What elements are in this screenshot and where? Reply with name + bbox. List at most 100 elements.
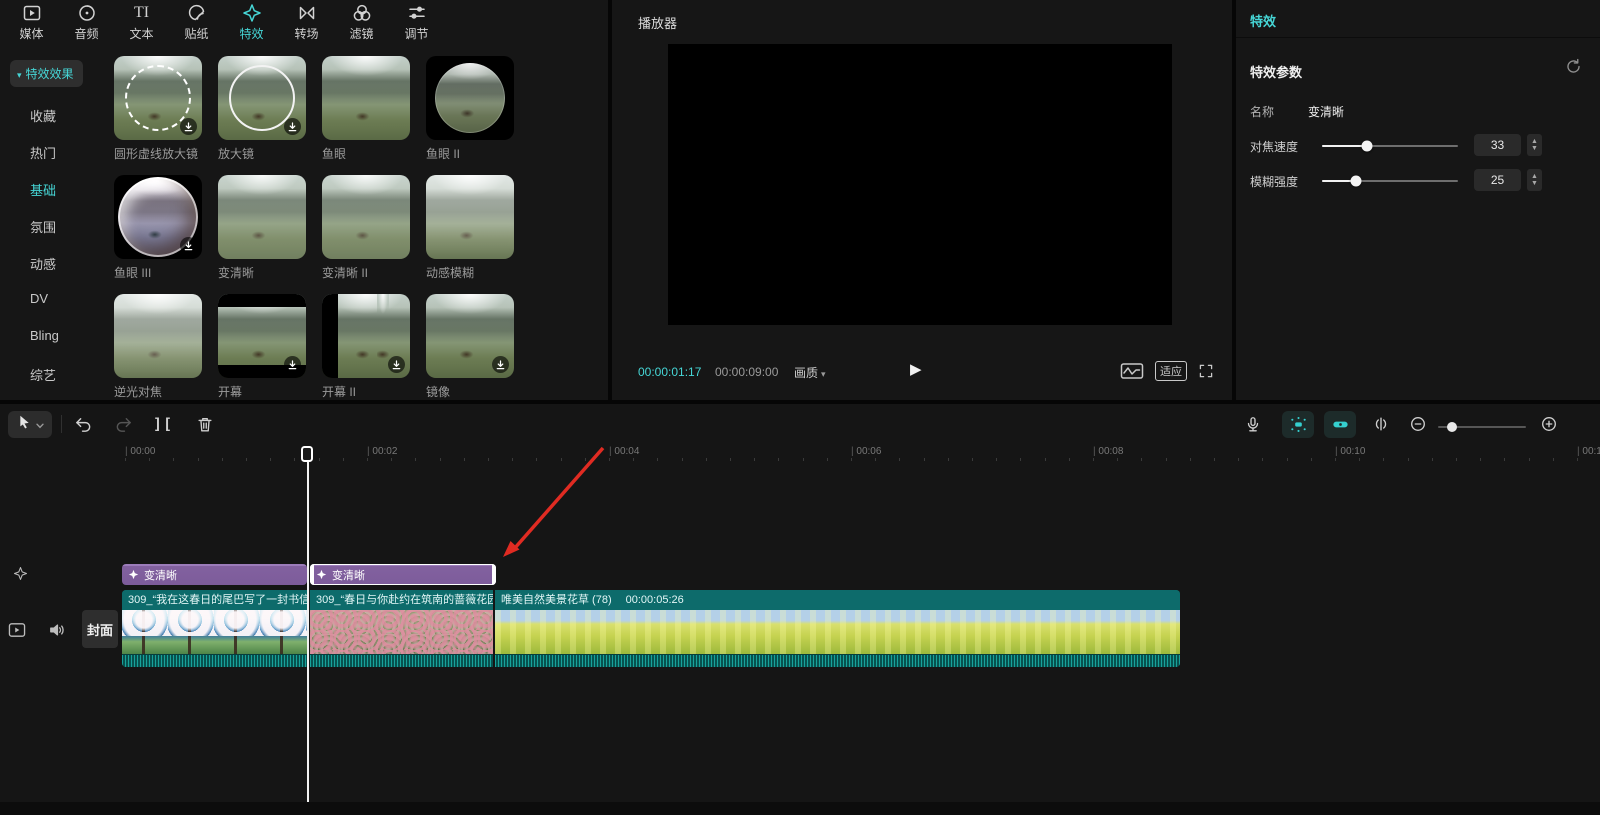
effect-clip[interactable]: 变清晰	[122, 564, 307, 585]
sidebar-item-variety[interactable]: 综艺	[30, 365, 56, 384]
effect-item[interactable]: 变清晰	[218, 175, 306, 281]
topbar-item-transition[interactable]: 转场	[279, 0, 334, 44]
effect-thumbnail[interactable]	[426, 175, 514, 259]
effect-clip-label: 变清晰	[332, 567, 365, 583]
param-value[interactable]: 33	[1474, 134, 1521, 156]
microphone-icon[interactable]	[1240, 412, 1266, 436]
download-icon[interactable]	[284, 356, 301, 373]
effect-thumbnail[interactable]	[426, 56, 514, 140]
play-button[interactable]: ▶	[910, 360, 922, 378]
download-icon[interactable]	[492, 356, 509, 373]
effect-item[interactable]: 镜像	[426, 294, 514, 400]
topbar-item-effects[interactable]: 特效	[224, 0, 279, 44]
top-toolbar: 媒体音频TI文本贴纸特效转场滤镜调节	[4, 0, 444, 44]
video-preview[interactable]	[668, 44, 1172, 325]
mute-waveform-icon[interactable]	[1120, 361, 1144, 381]
topbar-item-text[interactable]: TI文本	[114, 0, 169, 44]
effect-thumbnail[interactable]	[218, 294, 306, 378]
preview-axis-icon[interactable]	[1368, 412, 1394, 436]
sidebar-item-dv[interactable]: DV	[30, 291, 48, 306]
video-clip-segment[interactable]: 唯美自然美景花草 (78)00:00:05:26	[495, 590, 1180, 667]
fit-button[interactable]: 适应	[1155, 361, 1187, 381]
timeline-toolbar: ][	[0, 404, 1600, 444]
video-clip-segment[interactable]: 309_“春日与你赴约在筑南的蔷薇花园”	[310, 590, 493, 667]
ruler-tick	[1577, 458, 1578, 461]
ruler-tick	[778, 458, 779, 461]
sidebar-item-basic[interactable]: 基础	[30, 180, 56, 199]
effects-category-dropdown[interactable]: ▾特效效果	[10, 60, 83, 87]
effect-thumbnail[interactable]	[114, 294, 202, 378]
zoom-out-icon[interactable]	[1405, 412, 1431, 436]
zoom-in-icon[interactable]	[1536, 412, 1562, 436]
redo-icon[interactable]	[110, 412, 136, 436]
clip-filmstrip	[310, 610, 493, 654]
effect-thumbnail[interactable]	[322, 175, 410, 259]
undo-icon[interactable]	[70, 412, 96, 436]
effect-item[interactable]: 鱼眼 III	[114, 175, 202, 281]
quality-dropdown[interactable]: 画质▾	[794, 364, 826, 381]
select-tool-button[interactable]	[8, 411, 52, 438]
effect-thumbnail[interactable]	[322, 294, 410, 378]
effect-item[interactable]: 动感模糊	[426, 175, 514, 281]
effect-clip[interactable]: 变清晰	[310, 564, 496, 585]
ruler-tick	[972, 458, 973, 461]
effect-item[interactable]: 放大镜	[218, 56, 306, 162]
fullscreen-icon[interactable]	[1198, 363, 1214, 379]
track-visibility-icon[interactable]	[8, 622, 26, 638]
sidebar-item-bling[interactable]: Bling	[30, 328, 59, 343]
effect-item[interactable]: 圆形虚线放大镜	[114, 56, 202, 162]
download-icon[interactable]	[180, 118, 197, 135]
inspector-header: 特效	[1236, 0, 1600, 38]
snap-icon[interactable]	[1282, 411, 1314, 438]
split-icon[interactable]: ][	[150, 412, 176, 436]
topbar-item-filter[interactable]: 滤镜	[334, 0, 389, 44]
download-icon[interactable]	[180, 237, 197, 254]
download-icon[interactable]	[284, 118, 301, 135]
topbar-item-audio[interactable]: 音频	[59, 0, 114, 44]
sidebar-item-ambience[interactable]: 氛围	[30, 217, 56, 236]
sidebar-item-hot[interactable]: 热门	[30, 143, 56, 162]
effect-item[interactable]: 鱼眼 II	[426, 56, 514, 162]
download-icon[interactable]	[388, 356, 405, 373]
mute-track-icon[interactable]	[48, 622, 66, 638]
reset-icon[interactable]	[1565, 58, 1582, 80]
topbar-item-sticker[interactable]: 贴纸	[169, 0, 224, 44]
delete-icon[interactable]	[192, 412, 218, 436]
topbar-item-media[interactable]: 媒体	[4, 0, 59, 44]
linkage-icon[interactable]	[1324, 411, 1356, 438]
topbar-item-adjust[interactable]: 调节	[389, 0, 444, 44]
effect-thumbnail[interactable]	[426, 294, 514, 378]
tab-effects[interactable]: 特效	[1250, 11, 1276, 30]
sidebar-item-favorites[interactable]: 收藏	[30, 106, 56, 125]
effect-thumbnail[interactable]	[114, 56, 202, 140]
player-panel: 播放器 00:00:01:17 00:00:09:00 画质▾ ▶ 适应	[612, 0, 1232, 400]
effect-thumbnail[interactable]	[322, 56, 410, 140]
param-slider[interactable]	[1322, 180, 1458, 182]
ruler-tick	[585, 458, 586, 461]
effect-thumbnail[interactable]	[114, 175, 202, 259]
sidebar-item-dynamic[interactable]: 动感	[30, 254, 56, 273]
effect-item[interactable]: 逆光对焦	[114, 294, 202, 400]
video-clip-segment[interactable]: 309_“我在这春日的尾巴写了一封书信”	[122, 590, 307, 667]
stepper-buttons[interactable]: ▲▼	[1527, 169, 1542, 191]
effect-item[interactable]: 变清晰 II	[322, 175, 410, 281]
param-value[interactable]: 25	[1474, 169, 1521, 191]
effect-thumbnail[interactable]	[218, 175, 306, 259]
param-label: 对焦速度	[1250, 138, 1298, 155]
effect-item[interactable]: 开幕	[218, 294, 306, 400]
timeline-zoom-slider[interactable]	[1438, 426, 1526, 428]
transition-icon	[297, 3, 317, 23]
effect-thumbnail[interactable]	[218, 56, 306, 140]
cover-button[interactable]: 封面	[82, 610, 118, 648]
audio-icon	[77, 3, 97, 23]
playhead-handle[interactable]	[301, 446, 313, 462]
param-slider[interactable]	[1322, 145, 1458, 147]
effect-item[interactable]: 鱼眼	[322, 56, 410, 162]
ruler-tick	[996, 458, 997, 461]
effect-item[interactable]: 开幕 II	[322, 294, 410, 400]
effect-track-icon[interactable]	[13, 566, 28, 581]
effect-name-label: 名称	[1250, 103, 1274, 120]
stepper-buttons[interactable]: ▲▼	[1527, 134, 1542, 156]
ruler-tick	[633, 458, 634, 461]
effect-name: 动感模糊	[426, 264, 514, 281]
